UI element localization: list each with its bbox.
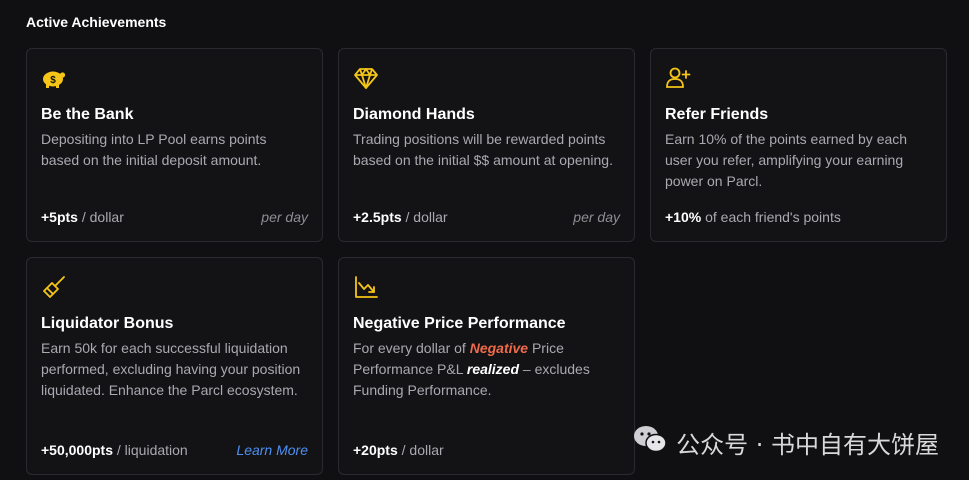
watermark: 公众号 · 书中自有大饼屋	[632, 424, 939, 460]
frequency-label: per day	[573, 209, 620, 225]
card-description: Earn 10% of the points earned by each us…	[665, 131, 908, 189]
points-rate: +20pts / dollar	[353, 442, 444, 458]
card-footer: +50,000pts / liquidation Learn More	[41, 442, 308, 458]
svg-text:$: $	[50, 75, 56, 86]
card-description: Depositing into LP Pool earns points bas…	[41, 131, 267, 168]
card-title: Refer Friends	[665, 106, 769, 123]
card-description: For every dollar of Negative Price Perfo…	[353, 338, 620, 401]
achievement-card-negative-price-performance: Negative Price Performance For every dol…	[338, 257, 635, 475]
diamond-icon	[353, 65, 379, 91]
points-rate: +50,000pts / liquidation	[41, 442, 188, 458]
points-unit: / dollar	[397, 442, 444, 458]
achievement-card-be-the-bank: $ Be the Bank Depositing into LP Pool ea…	[26, 48, 323, 242]
card-title: Liquidator Bonus	[41, 315, 174, 332]
chart-down-icon	[353, 274, 379, 300]
points-unit: of each friend's points	[701, 209, 841, 225]
card-title: Diamond Hands	[353, 106, 475, 123]
broom-icon	[41, 274, 67, 300]
achievement-card-refer-friends: Refer Friends Earn 10% of the points ear…	[650, 48, 947, 242]
points-value: +5pts	[41, 209, 78, 225]
add-user-icon	[665, 65, 691, 91]
desc-text: For every dollar of	[353, 340, 470, 356]
points-value: +20pts	[353, 442, 398, 458]
card-footer: +20pts / dollar	[353, 442, 620, 458]
card-footer: +5pts / dollar per day	[41, 209, 308, 225]
points-unit: / dollar	[77, 209, 124, 225]
negative-highlight: Negative	[469, 340, 529, 356]
points-value: +50,000pts	[41, 442, 113, 458]
card-footer: +10% of each friend's points	[665, 209, 932, 225]
points-unit: / liquidation	[113, 442, 188, 458]
frequency-label: per day	[261, 209, 308, 225]
points-rate: +10% of each friend's points	[665, 209, 841, 225]
watermark-text: 公众号 · 书中自有大饼屋	[676, 430, 939, 459]
piggy-bank-icon: $	[41, 65, 67, 91]
realized-highlight: realized	[466, 361, 520, 377]
section-title: Active Achievements	[26, 14, 167, 30]
card-description: Trading positions will be rewarded point…	[353, 131, 613, 168]
card-title: Be the Bank	[41, 106, 134, 123]
wechat-icon	[632, 424, 668, 460]
points-rate: +5pts / dollar	[41, 209, 124, 225]
achievement-card-diamond-hands: Diamond Hands Trading positions will be …	[338, 48, 635, 242]
achievement-card-liquidator-bonus: Liquidator Bonus Earn 50k for each succe…	[26, 257, 323, 475]
card-footer: +2.5pts / dollar per day	[353, 209, 620, 225]
card-description: Earn 50k for each successful liquidation…	[41, 340, 301, 398]
points-unit: / dollar	[401, 209, 448, 225]
card-title: Negative Price Performance	[353, 315, 566, 332]
points-value: +2.5pts	[353, 209, 402, 225]
points-rate: +2.5pts / dollar	[353, 209, 448, 225]
learn-more-link[interactable]: Learn More	[236, 442, 308, 458]
points-value: +10%	[665, 209, 702, 225]
